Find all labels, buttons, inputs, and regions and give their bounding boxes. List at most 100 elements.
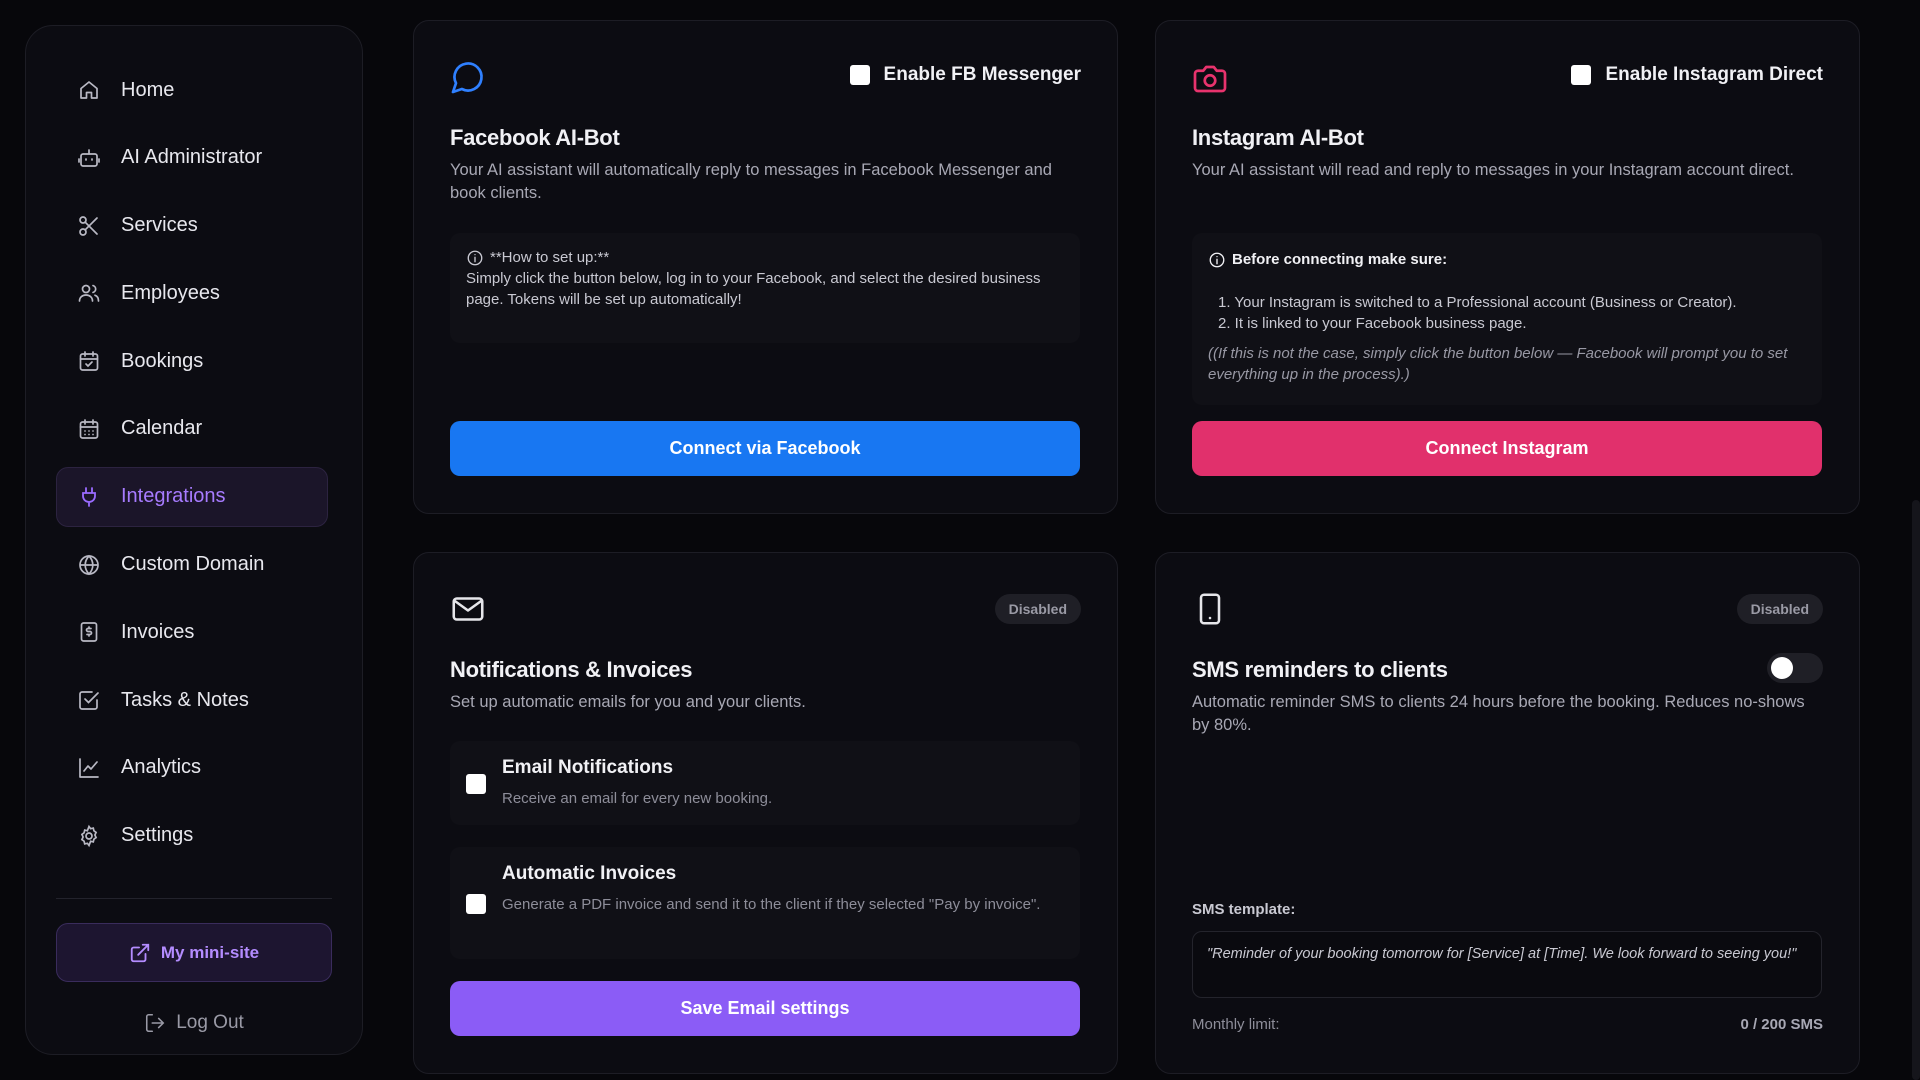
scissors-icon	[77, 214, 101, 238]
external-link-icon	[129, 942, 151, 964]
plug-icon	[77, 485, 101, 509]
users-icon	[77, 281, 101, 305]
sms-template-label: SMS template:	[1192, 901, 1296, 918]
page-scrollbar[interactable]	[1912, 500, 1920, 1080]
switch-knob	[1771, 657, 1793, 679]
instagram-prerequisites-title: Before connecting make sure:	[1232, 251, 1448, 268]
instagram-step: 1. Your Instagram is switched to a Profe…	[1218, 294, 1737, 311]
facebook-card-description: Your AI assistant will automatically rep…	[450, 161, 1052, 202]
sidebar: Home AI Administrator Services Employees…	[25, 25, 363, 1055]
sidebar-item-label: Custom Domain	[121, 553, 265, 576]
notifications-card: Disabled Notifications & Invoices Set up…	[413, 552, 1118, 1074]
facebook-card-title: Facebook AI-Bot	[450, 125, 620, 150]
facebook-setup-info-text: Simply click the button below, log in to…	[466, 270, 1041, 308]
enable-fb-messenger-label: Enable FB Messenger	[883, 64, 1081, 85]
sidebar-item-calendar[interactable]: Calendar	[56, 399, 328, 459]
facebook-setup-info: **How to set up:** Simply click the butt…	[450, 233, 1080, 343]
notifications-card-description: Set up automatic emails for you and your…	[450, 693, 806, 711]
sidebar-item-label: Calendar	[121, 417, 203, 440]
mail-icon	[450, 591, 486, 627]
automatic-invoices-title: Automatic Invoices	[502, 863, 677, 884]
mini-site-label: My mini-site	[160, 942, 260, 962]
sidebar-item-settings[interactable]: Settings	[56, 806, 328, 866]
instagram-card-description: Your AI assistant will read and reply to…	[1192, 161, 1794, 179]
email-notifications-option[interactable]: Email Notifications Receive an email for…	[450, 741, 1080, 825]
automatic-invoices-option[interactable]: Automatic Invoices Generate a PDF invoic…	[450, 847, 1080, 959]
save-email-settings-button[interactable]: Save Email settings	[450, 981, 1080, 1036]
facebook-setup-info-header: **How to set up:**	[466, 247, 1064, 268]
instagram-prerequisites-info: Before connecting make sure: 1. Your Ins…	[1192, 233, 1822, 405]
gear-icon	[77, 824, 101, 848]
facebook-setup-info-title: **How to set up:**	[490, 249, 610, 266]
globe-icon	[77, 553, 101, 577]
instagram-prerequisites-header: Before connecting make sure:	[1208, 249, 1806, 270]
chart-line-icon	[77, 756, 101, 780]
automatic-invoices-checkbox[interactable]	[466, 894, 486, 914]
sidebar-item-label: Tasks & Notes	[121, 688, 249, 711]
automatic-invoices-description: Generate a PDF invoice and send it to th…	[502, 896, 1041, 913]
info-icon	[466, 249, 484, 267]
sidebar-divider	[56, 898, 332, 899]
sidebar-item-home[interactable]: Home	[56, 60, 328, 120]
enable-fb-messenger-toggle[interactable]: Enable FB Messenger	[849, 64, 1081, 86]
logout-label: Log Out	[176, 1012, 244, 1033]
sidebar-item-services[interactable]: Services	[56, 196, 328, 256]
logout-icon	[144, 1012, 166, 1034]
connect-instagram-button[interactable]: Connect Instagram	[1192, 421, 1822, 476]
connect-facebook-button[interactable]: Connect via Facebook	[450, 421, 1080, 476]
sidebar-item-ai-administrator[interactable]: AI Administrator	[56, 128, 328, 188]
sidebar-item-label: Invoices	[121, 620, 195, 643]
notifications-card-title: Notifications & Invoices	[450, 657, 693, 682]
sidebar-item-invoices[interactable]: Invoices	[56, 602, 328, 662]
sms-reminders-switch[interactable]	[1767, 653, 1823, 683]
sidebar-item-custom-domain[interactable]: Custom Domain	[56, 535, 328, 595]
email-notifications-checkbox[interactable]	[466, 774, 486, 794]
camera-icon	[1192, 61, 1228, 97]
checkbox-icon	[77, 688, 101, 712]
robot-icon	[77, 146, 101, 170]
info-icon	[1208, 251, 1226, 269]
enable-instagram-direct-toggle[interactable]: Enable Instagram Direct	[1571, 64, 1823, 86]
sidebar-item-label: Employees	[121, 281, 220, 304]
sidebar-item-employees[interactable]: Employees	[56, 263, 328, 323]
sms-card-description: Automatic reminder SMS to clients 24 hou…	[1192, 693, 1805, 734]
instagram-step: 2. It is linked to your Facebook busines…	[1218, 315, 1527, 332]
monthly-limit-value: 0 / 200 SMS	[1740, 1016, 1823, 1033]
email-notifications-description: Receive an email for every new booking.	[502, 790, 773, 807]
sidebar-item-label: Integrations	[121, 485, 226, 508]
sidebar-item-tasks-notes[interactable]: Tasks & Notes	[56, 670, 328, 730]
smartphone-icon	[1192, 591, 1228, 627]
monthly-limit-label: Monthly limit:	[1192, 1016, 1280, 1033]
sidebar-item-label: Analytics	[121, 756, 202, 779]
calendar-icon	[77, 417, 101, 441]
invoice-icon	[77, 620, 101, 644]
sidebar-nav: Home AI Administrator Services Employees…	[56, 60, 328, 874]
enable-instagram-direct-checkbox[interactable]	[1571, 65, 1592, 85]
facebook-card: Enable FB Messenger Facebook AI-Bot Your…	[413, 20, 1118, 514]
calendar-check-icon	[77, 349, 101, 373]
notifications-status-badge: Disabled	[994, 594, 1081, 624]
sidebar-item-analytics[interactable]: Analytics	[56, 738, 328, 798]
enable-instagram-direct-label: Enable Instagram Direct	[1605, 64, 1823, 85]
sidebar-item-label: Settings	[121, 824, 194, 847]
sidebar-item-label: Home	[121, 78, 175, 101]
instagram-card-title: Instagram AI-Bot	[1192, 125, 1364, 150]
instagram-card: Enable Instagram Direct Instagram AI-Bot…	[1155, 20, 1860, 514]
home-icon	[77, 78, 101, 102]
mini-site-button[interactable]: My mini-site	[56, 923, 332, 982]
sms-template-text: "Reminder of your booking tomorrow for […	[1207, 946, 1797, 962]
sms-card-title: SMS reminders to clients	[1192, 657, 1448, 682]
sidebar-item-label: Bookings	[121, 349, 204, 372]
instagram-setup-note: ((If this is not the case, simply click …	[1208, 345, 1788, 383]
sidebar-item-label: AI Administrator	[121, 146, 263, 169]
logout-button[interactable]: Log Out	[56, 1006, 332, 1040]
message-circle-icon	[450, 59, 486, 95]
sidebar-item-bookings[interactable]: Bookings	[56, 331, 328, 391]
enable-fb-messenger-checkbox[interactable]	[849, 65, 870, 85]
sidebar-item-label: Services	[121, 214, 198, 237]
instagram-steps-list: 1. Your Instagram is switched to a Profe…	[1208, 292, 1806, 334]
sms-template-field[interactable]: "Reminder of your booking tomorrow for […	[1192, 931, 1822, 998]
sms-card: Disabled SMS reminders to clients Automa…	[1155, 552, 1860, 1074]
sms-status-badge: Disabled	[1736, 594, 1823, 624]
sidebar-item-integrations[interactable]: Integrations	[56, 466, 328, 527]
